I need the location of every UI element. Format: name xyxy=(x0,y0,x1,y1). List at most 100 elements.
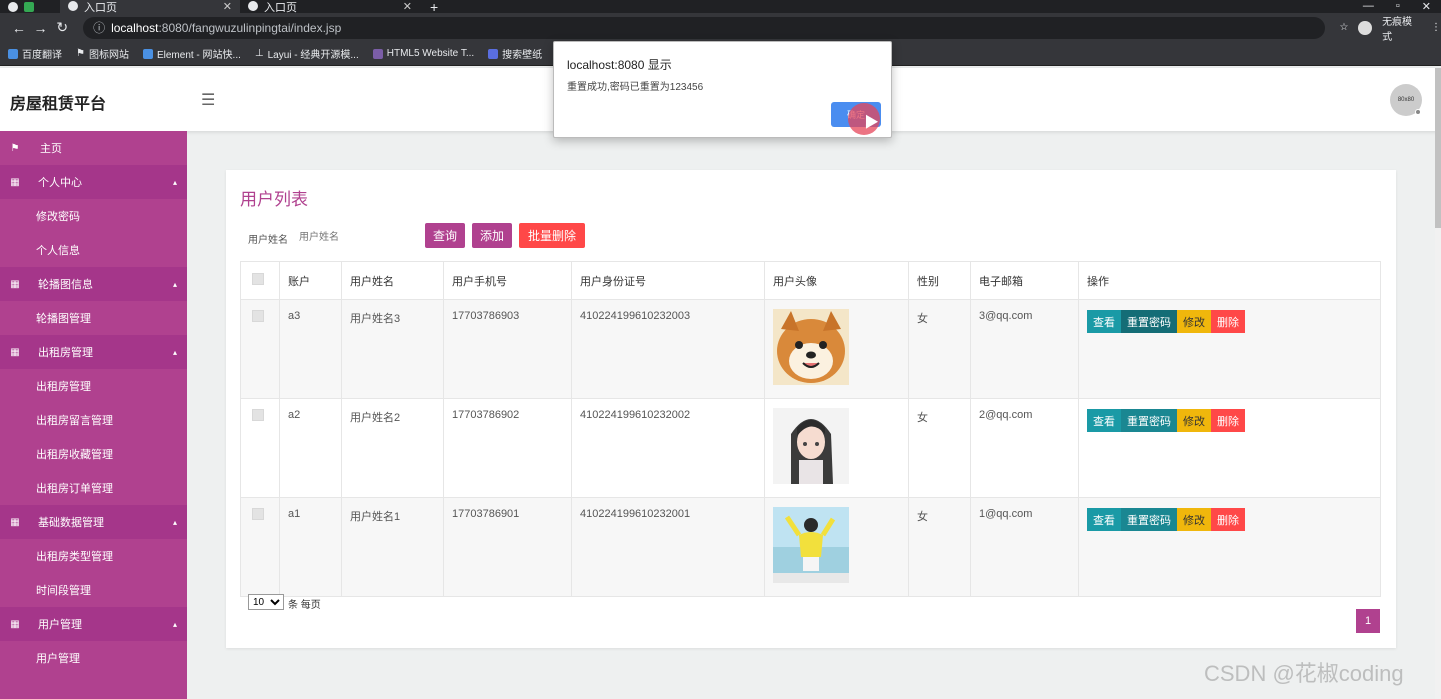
flag-icon: ⚑ xyxy=(10,142,20,154)
sidebar-item-rental-orders[interactable]: 出租房订单管理 xyxy=(0,471,187,505)
col-gender[interactable]: 性别 xyxy=(908,261,971,300)
info-icon[interactable]: ⓘ xyxy=(93,19,105,36)
sidebar-item-rental-types[interactable]: 出租房类型管理 xyxy=(0,539,187,573)
anime-girl-avatar[interactable] xyxy=(773,408,849,484)
bookmark-item[interactable]: 搜索壁纸 xyxy=(488,46,542,61)
edit-button[interactable]: 修改 xyxy=(1177,310,1211,333)
reset-password-button[interactable]: 重置密码 xyxy=(1121,310,1177,333)
scrollbar-thumb[interactable] xyxy=(1435,68,1441,228)
back-icon[interactable]: ← xyxy=(8,20,30,36)
chrome-icon xyxy=(8,1,18,12)
forward-icon[interactable]: → xyxy=(30,20,52,36)
sidebar-item-label: 出租房管理 xyxy=(36,381,91,393)
tab-first[interactable] xyxy=(0,0,60,13)
sidebar-item-user-manage[interactable]: 用户管理 xyxy=(0,641,187,675)
row-checkbox[interactable] xyxy=(252,409,264,421)
col-id-card[interactable]: 用户身份证号 xyxy=(571,261,765,300)
globe-icon xyxy=(68,0,78,11)
page-number-button[interactable]: 1 xyxy=(1356,609,1380,633)
edit-button[interactable]: 修改 xyxy=(1177,409,1211,432)
bookmark-item[interactable]: 百度翻译 xyxy=(8,46,62,61)
delete-button[interactable]: 删除 xyxy=(1211,508,1245,531)
incognito-label[interactable]: 无痕模式 xyxy=(1382,13,1421,43)
table-header-row: 账户 用户姓名 用户手机号 用户身份证号 用户头像 性别 电子邮箱 操作 xyxy=(240,261,1381,300)
url-path: :8080/fangwuzulinpingtai/index.jsp xyxy=(158,20,342,35)
page-size-label: 条 每页 xyxy=(288,600,321,611)
page-size-select[interactable]: 10 xyxy=(248,594,284,610)
row-checkbox[interactable] xyxy=(252,508,264,520)
cell-actions: 查看 重置密码 修改 删除 xyxy=(1078,398,1381,498)
bookmark-item[interactable]: ⚑ 图标网站 xyxy=(76,46,129,61)
close-icon[interactable]: ✕ xyxy=(223,0,232,13)
row-checkbox[interactable] xyxy=(252,310,264,322)
sidebar-item-rental-manage[interactable]: 出租房管理 xyxy=(0,369,187,403)
avatar-text: 80x80 xyxy=(1397,97,1415,103)
sheet-icon xyxy=(24,1,34,12)
caret-up-icon: ▴ xyxy=(172,517,177,527)
bookmark-item[interactable]: HTML5 Website T... xyxy=(372,48,474,59)
delete-button[interactable]: 删除 xyxy=(1211,409,1245,432)
sidebar-item-home[interactable]: ⚑ 主页 xyxy=(0,131,187,165)
batch-delete-button[interactable]: 批量删除 xyxy=(519,223,585,248)
col-name[interactable]: 用户姓名 xyxy=(341,261,444,300)
delete-button[interactable]: 删除 xyxy=(1211,310,1245,333)
cell-email: 1@qq.com xyxy=(970,497,1079,597)
bookmark-item[interactable]: Element - 网站快... xyxy=(142,46,241,61)
menu-dots-icon[interactable]: ⋮ xyxy=(1431,22,1441,33)
shiba-dog-avatar[interactable] xyxy=(773,309,849,385)
edit-button[interactable]: 修改 xyxy=(1177,508,1211,531)
sidebar-group-basic-data[interactable]: ▦ 基础数据管理 ▴ xyxy=(0,505,187,539)
sidebar-item-profile[interactable]: 个人信息 xyxy=(0,233,187,267)
col-phone[interactable]: 用户手机号 xyxy=(443,261,572,300)
reset-password-button[interactable]: 重置密码 xyxy=(1121,409,1177,432)
view-button[interactable]: 查看 xyxy=(1087,310,1121,333)
yellow-girl-photo[interactable] xyxy=(773,507,849,583)
sidebar-item-rental-favorites[interactable]: 出租房收藏管理 xyxy=(0,437,187,471)
col-account[interactable]: 账户 xyxy=(279,261,342,300)
cell-phone: 17703786903 xyxy=(443,299,572,399)
minimize-icon[interactable]: — xyxy=(1363,0,1374,13)
sidebar-item-rental-comments[interactable]: 出租房留言管理 xyxy=(0,403,187,437)
tab-inactive[interactable]: 入口页 ✕ xyxy=(240,0,420,14)
cell-phone: 17703786902 xyxy=(443,398,572,498)
cell-avatar xyxy=(764,299,909,399)
col-avatar[interactable]: 用户头像 xyxy=(764,261,909,300)
close-icon[interactable]: ✕ xyxy=(403,0,412,13)
search-input[interactable] xyxy=(299,226,419,248)
sidebar-group-personal[interactable]: ▦ 个人中心 ▴ xyxy=(0,165,187,199)
view-button[interactable]: 查看 xyxy=(1087,409,1121,432)
table-row: a3 用户姓名3 17703786903 410224199610232003 xyxy=(240,299,1381,399)
avatar[interactable]: 80x80 xyxy=(1390,84,1422,116)
sidebar-item-label: 出租房管理 xyxy=(38,347,93,359)
tab-active[interactable]: 入口页 ✕ xyxy=(60,0,240,14)
bookmark-item[interactable]: ⊥ Layui - 经典开源模... xyxy=(255,46,359,61)
caret-up-icon: ▴ xyxy=(172,347,177,357)
restore-icon[interactable]: ▫ xyxy=(1396,0,1400,13)
col-actions: 操作 xyxy=(1078,261,1381,300)
query-button[interactable]: 查询 xyxy=(425,223,465,248)
sidebar-item-carousel-manage[interactable]: 轮播图管理 xyxy=(0,301,187,335)
sidebar-item-change-password[interactable]: 修改密码 xyxy=(0,199,187,233)
sidebar-item-time-slots[interactable]: 时间段管理 xyxy=(0,573,187,607)
select-all-checkbox[interactable] xyxy=(252,273,264,285)
sidebar-group-rental[interactable]: ▦ 出租房管理 ▴ xyxy=(0,335,187,369)
cell-name: 用户姓名3 xyxy=(341,299,444,399)
reset-password-button[interactable]: 重置密码 xyxy=(1121,508,1177,531)
html5-icon xyxy=(372,48,383,59)
page-scrollbar[interactable] xyxy=(1435,68,1441,699)
window-close-icon[interactable]: ✕ xyxy=(1422,0,1431,13)
add-button[interactable]: 添加 xyxy=(472,223,512,248)
translate-icon xyxy=(8,48,18,59)
view-button[interactable]: 查看 xyxy=(1087,508,1121,531)
reload-icon[interactable]: ↻ xyxy=(51,19,73,36)
col-email[interactable]: 电子邮箱 xyxy=(970,261,1079,300)
hamburger-menu-icon[interactable]: ☰ xyxy=(201,90,215,110)
cell-account: a1 xyxy=(279,497,342,597)
cell-account: a2 xyxy=(279,398,342,498)
grid-icon: ▦ xyxy=(10,176,20,188)
grid-icon: ▦ xyxy=(10,618,20,630)
url-field[interactable]: ⓘ localhost:8080/fangwuzulinpingtai/inde… xyxy=(83,16,1326,39)
sidebar-group-carousel[interactable]: ▦ 轮播图信息 ▴ xyxy=(0,267,187,301)
star-icon[interactable]: ☆ xyxy=(1339,22,1348,33)
sidebar-group-users[interactable]: ▦ 用户管理 ▴ xyxy=(0,607,187,641)
